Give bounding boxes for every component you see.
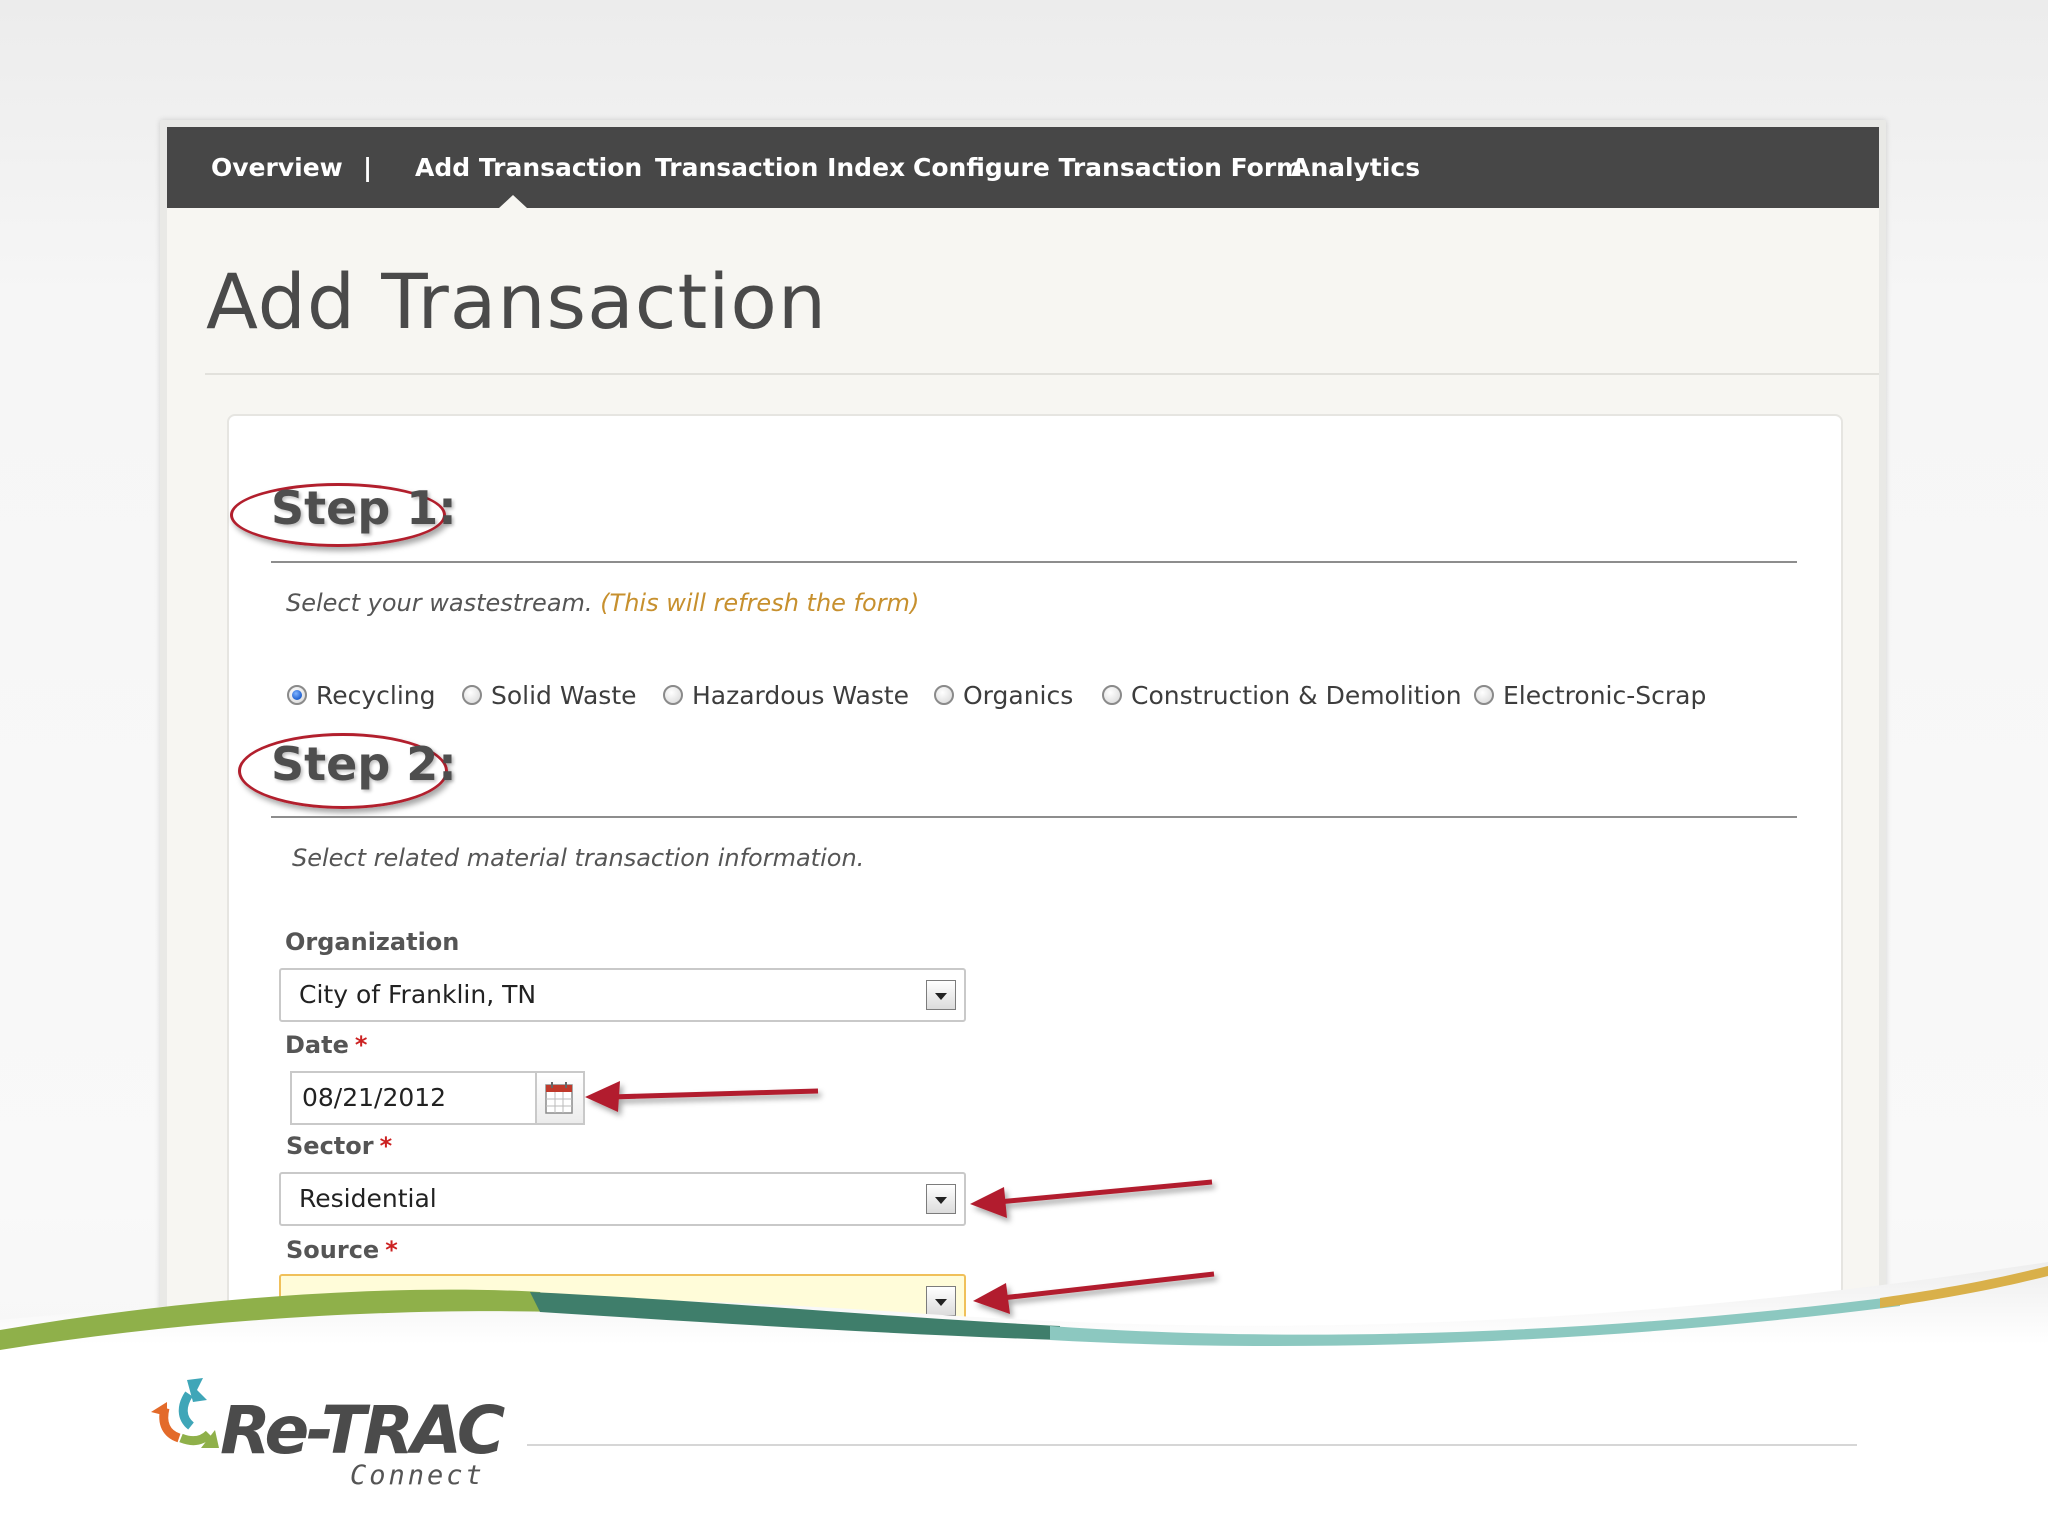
footer-divider [527, 1444, 1857, 1446]
radio-hazardous-waste[interactable]: Hazardous Waste [663, 675, 909, 715]
source-select[interactable] [279, 1274, 966, 1328]
step2-divider [271, 816, 1797, 818]
organization-select[interactable]: City of Franklin, TN [279, 968, 966, 1022]
nav-separator: | [363, 153, 373, 182]
radio-solid-waste[interactable]: Solid Waste [462, 675, 637, 715]
date-label: Date * [285, 1031, 367, 1059]
radio-organics[interactable]: Organics [934, 675, 1073, 715]
brand-logo-subtitle: Connect [350, 1460, 485, 1491]
radio-label: Construction & Demolition [1131, 680, 1462, 710]
sector-select[interactable]: Residential [279, 1172, 966, 1226]
step1-label: Step 1: [271, 481, 457, 535]
step2-instruction: Select related material transaction info… [292, 844, 865, 872]
chevron-down-icon[interactable] [926, 1184, 956, 1214]
wastestream-radio-group: Recycling Solid Waste Hazardous Waste Or… [167, 675, 1879, 715]
source-label-text: Source [286, 1236, 380, 1264]
source-label: Source * [286, 1236, 398, 1264]
radio-recycling[interactable]: Recycling [287, 675, 436, 715]
date-value: 08/21/2012 [302, 1083, 447, 1112]
radio-label: Organics [963, 680, 1074, 710]
step1-divider [271, 561, 1797, 563]
radio-electronic-scrap[interactable]: Electronic-Scrap [1474, 675, 1706, 715]
radio-button[interactable] [934, 685, 954, 705]
organization-value: City of Franklin, TN [299, 980, 537, 1009]
radio-button[interactable] [462, 685, 482, 705]
nav-transaction-index[interactable]: Transaction Index [655, 127, 905, 208]
required-marker: * [379, 1132, 393, 1160]
brand-logo: Re-TRAC [220, 1392, 505, 1469]
page-title: Add Transaction [206, 257, 828, 346]
nav-configure-transaction-form[interactable]: Configure Transaction Form [913, 127, 1302, 208]
date-input[interactable]: 08/21/2012 [290, 1071, 537, 1125]
radio-label: Hazardous Waste [692, 680, 910, 710]
nav-analytics[interactable]: Analytics [1291, 127, 1420, 208]
date-label-text: Date [285, 1031, 349, 1059]
radio-button[interactable] [1102, 685, 1122, 705]
radio-label: Recycling [316, 680, 436, 710]
sector-value: Residential [299, 1184, 437, 1213]
organization-label: Organization [285, 928, 460, 956]
radio-button[interactable] [1474, 685, 1494, 705]
nav-overview[interactable]: Overview [211, 127, 343, 208]
title-divider [205, 373, 1879, 375]
step1-instruction: Select your wastestream. (This will refr… [286, 589, 919, 617]
radio-button[interactable] [663, 685, 683, 705]
radio-button-checked[interactable] [287, 685, 307, 705]
nav-add-transaction[interactable]: Add Transaction [415, 127, 642, 208]
chevron-down-icon[interactable] [926, 1286, 956, 1316]
radio-label: Electronic-Scrap [1503, 680, 1707, 710]
required-marker: * [354, 1031, 368, 1059]
sector-label-text: Sector [286, 1132, 374, 1160]
refresh-note: (This will refresh the form) [600, 589, 920, 617]
calendar-picker-button[interactable] [537, 1071, 585, 1125]
chevron-down-icon[interactable] [926, 980, 956, 1010]
radio-construction-demolition[interactable]: Construction & Demolition [1102, 675, 1462, 715]
radio-label: Solid Waste [491, 680, 637, 710]
sector-label: Sector * [286, 1132, 392, 1160]
step2-label: Step 2: [271, 737, 457, 791]
top-navigation: Overview | Add Transaction Transaction I… [167, 127, 1879, 208]
app-screen: Overview | Add Transaction Transaction I… [167, 127, 1879, 1347]
active-tab-pointer [499, 195, 527, 208]
calendar-icon [545, 1082, 573, 1114]
required-marker: * [385, 1236, 398, 1264]
step1-instruction-text: Select your wastestream. [286, 589, 593, 617]
